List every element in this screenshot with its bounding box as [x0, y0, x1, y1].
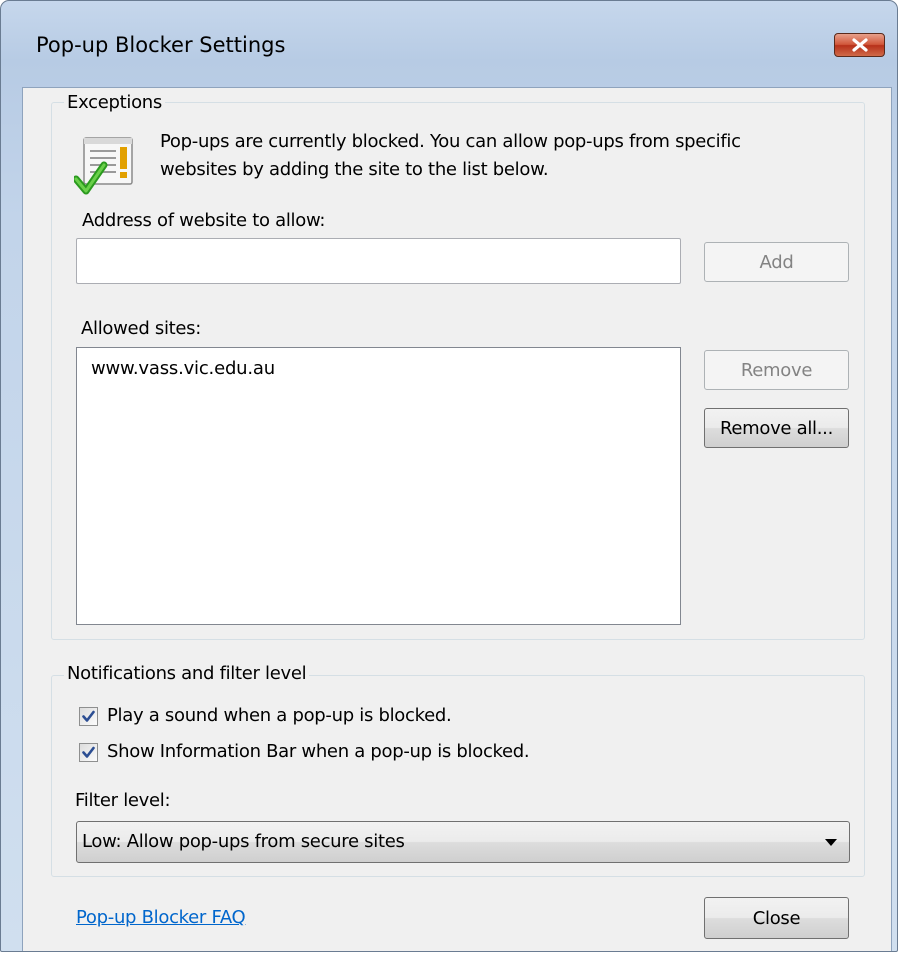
checkmark-icon [82, 710, 95, 722]
chevron-down-icon [825, 839, 837, 846]
filter-level-select[interactable]: Low: Allow pop-ups from secure sites [76, 821, 850, 863]
address-input[interactable] [76, 238, 681, 284]
dialog-client-area: Exceptions Pop-ups are currently blocked… [22, 87, 892, 951]
allowed-sites-label: Allowed sites: [81, 318, 202, 339]
exceptions-group-label: Exceptions [64, 92, 165, 113]
show-info-bar-label[interactable]: Show Information Bar when a pop-up is bl… [107, 741, 530, 762]
dialog-window: Pop-up Blocker Settings Exceptions Pop-u… [0, 0, 898, 952]
title-bar[interactable]: Pop-up Blocker Settings [1, 1, 897, 87]
notifications-group-label: Notifications and filter level [64, 663, 310, 684]
faq-link[interactable]: Pop-up Blocker FAQ [76, 907, 246, 928]
window-title: Pop-up Blocker Settings [36, 33, 286, 57]
filter-level-label: Filter level: [75, 790, 171, 811]
allowed-sites-list[interactable]: www.vass.vic.edu.au [76, 347, 681, 625]
close-icon [851, 38, 868, 52]
play-sound-label[interactable]: Play a sound when a pop-up is blocked. [107, 705, 452, 726]
info-text-line1: Pop-ups are currently blocked. You can a… [160, 131, 741, 152]
show-info-bar-checkbox[interactable] [79, 743, 98, 762]
remove-button[interactable]: Remove [704, 350, 849, 390]
list-item[interactable]: www.vass.vic.edu.au [91, 358, 275, 379]
play-sound-checkbox[interactable] [79, 707, 98, 726]
remove-all-button[interactable]: Remove all... [704, 408, 849, 448]
close-button[interactable]: Close [704, 897, 849, 939]
close-window-button[interactable] [834, 33, 885, 57]
filter-level-value: Low: Allow pop-ups from secure sites [82, 831, 405, 852]
document-warning-check-icon [74, 137, 133, 195]
info-text-line2: websites by adding the site to the list … [160, 159, 549, 180]
address-label: Address of website to allow: [82, 210, 326, 231]
checkmark-icon [82, 746, 95, 758]
add-button[interactable]: Add [704, 242, 849, 282]
